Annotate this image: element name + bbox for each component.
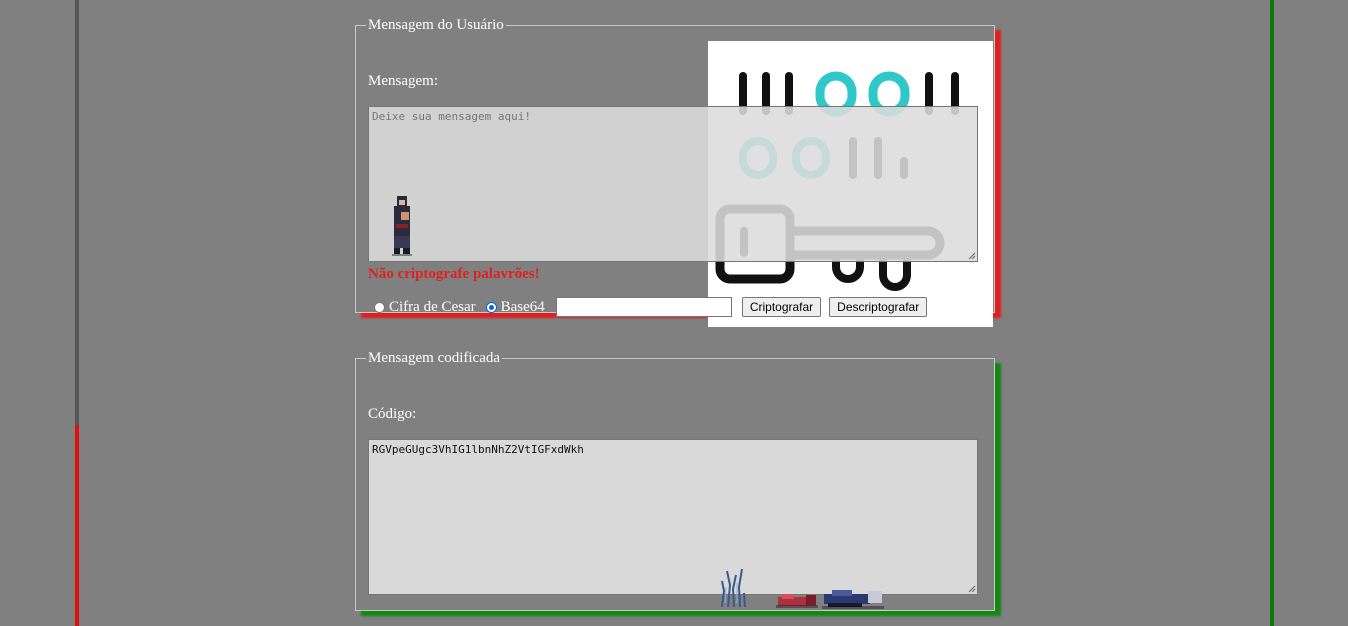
shift-key-input[interactable] [555,297,732,317]
message-textarea[interactable] [368,106,978,262]
user-message-fieldset: Mensagem do Usuário Mensagem: Deixe sua … [355,17,995,327]
user-message-legend: Mensagem do Usuário [368,17,504,33]
resize-grip-icon[interactable] [968,252,976,260]
caesar-label: Cifra de Cesar [389,298,476,315]
base64-radio[interactable] [485,301,497,313]
right-border-bar [1270,0,1274,626]
coded-message-fieldset: Mensagem codificada Código: RGVpeGUgc3Vh… [355,350,995,611]
caesar-radio[interactable] [374,301,385,313]
code-textarea[interactable]: RGVpeGUgc3VhIG1lbnNhZ2VtIGFxdWkh [368,439,978,595]
pixel-character-sprite [392,196,412,256]
warning-message: Não criptografe palavrões! [368,266,540,282]
code-label: Código: [368,406,417,422]
cipher-controls: Cifra de Cesar Base64 Criptografar Descr… [374,296,928,318]
resize-grip-icon[interactable] [968,585,976,593]
encrypt-button[interactable]: Criptografar [741,297,822,317]
message-label: Mensagem: [368,73,438,89]
left-border-bar-top [75,0,79,425]
decrypt-button[interactable]: Descriptografar [829,297,928,317]
pixel-flame-sprite [721,568,746,608]
pixel-fallen-characters-sprite [776,590,884,609]
base64-label: Base64 [500,298,545,315]
left-border-bar-bottom [75,425,79,626]
coded-message-legend: Mensagem codificada [368,350,501,366]
